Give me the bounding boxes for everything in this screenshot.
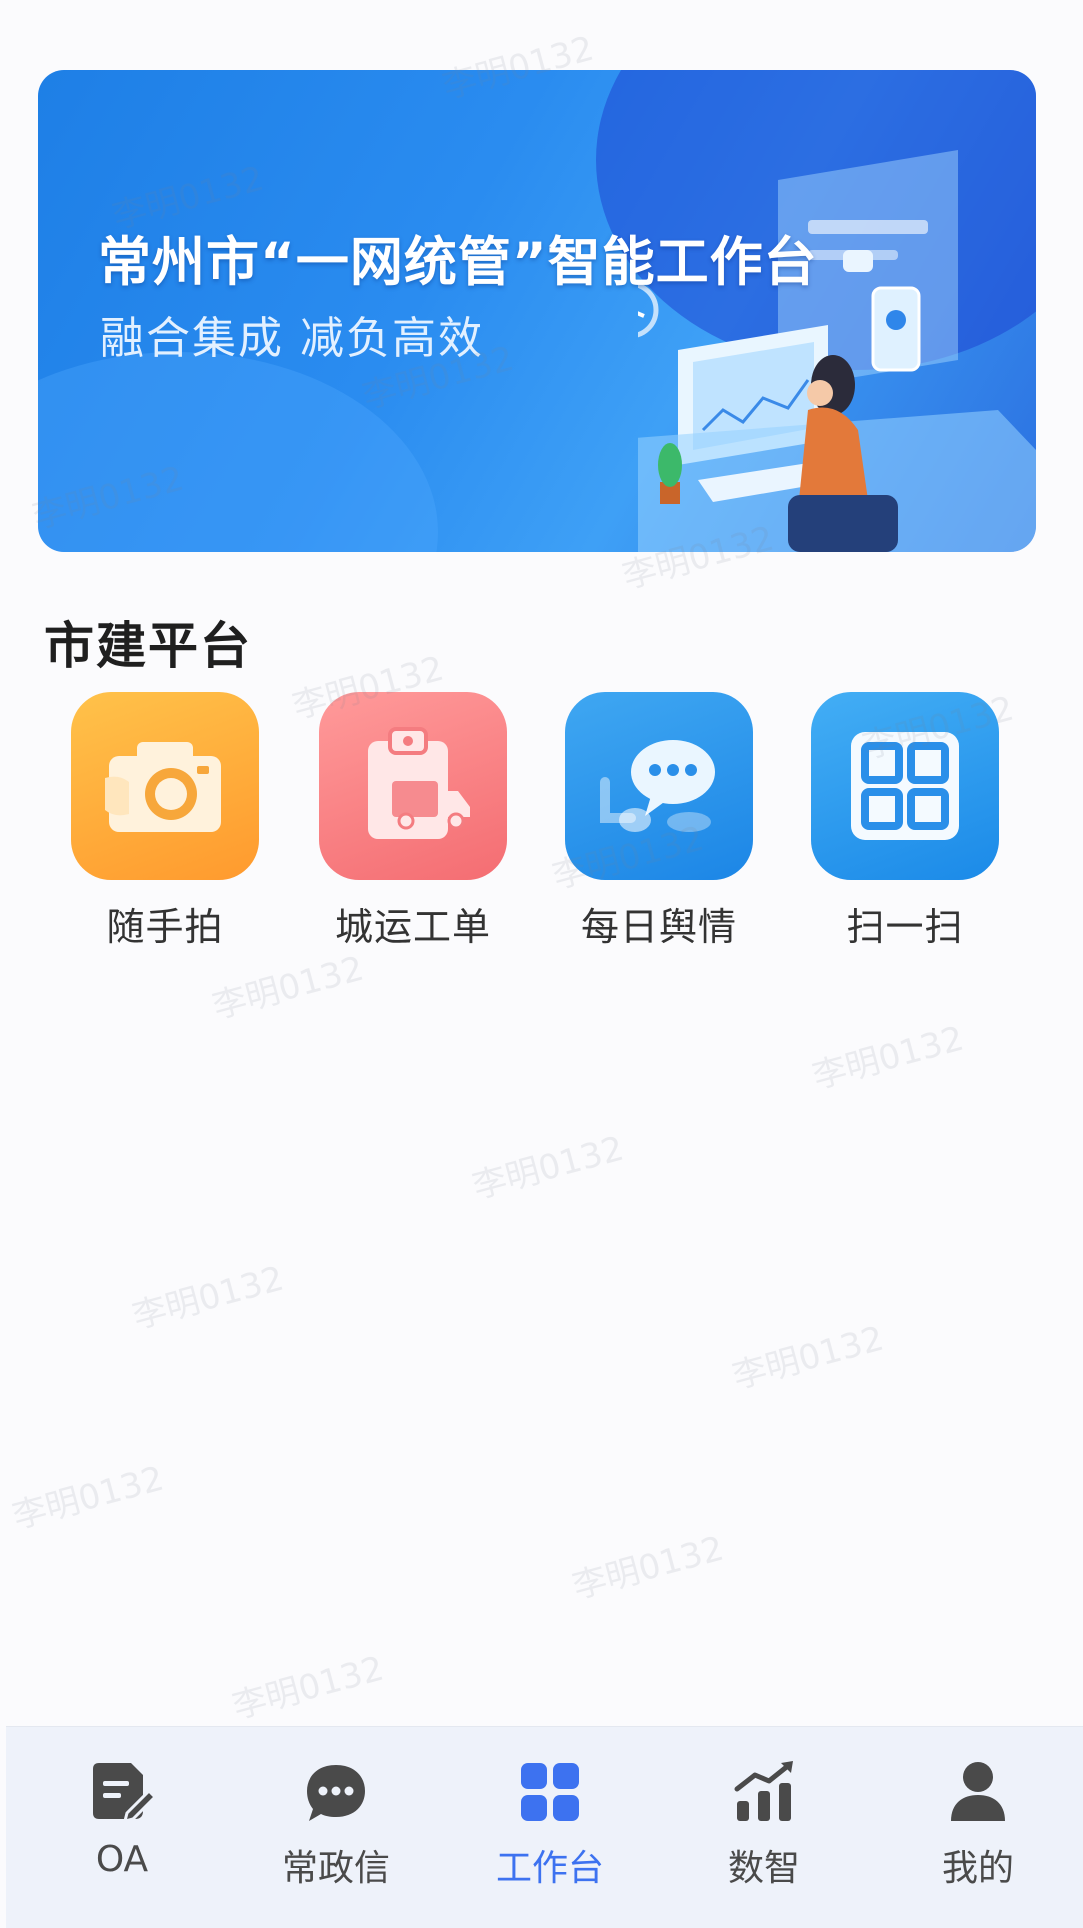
nav-item-shuzhi[interactable]: 数智 xyxy=(684,1757,844,1891)
qr-scan-icon xyxy=(811,692,999,880)
watermark: 李明0132 xyxy=(128,1258,288,1338)
chat-bubbles-icon xyxy=(565,692,753,880)
app-label: 每日舆情 xyxy=(580,905,737,949)
camera-icon xyxy=(71,692,259,880)
nav-item-wode[interactable]: 我的 xyxy=(898,1757,1058,1891)
app-grid: 随手拍 城运工单 每日舆情 扫一扫 xyxy=(70,692,1030,952)
watermark: 李明0132 xyxy=(468,1128,628,1208)
grid-icon xyxy=(521,1763,579,1821)
app-meiri-yuqing[interactable]: 每日舆情 xyxy=(564,692,754,951)
section-title: 市建平台 xyxy=(44,617,252,675)
chat-icon xyxy=(307,1765,365,1821)
nav-label: 数智 xyxy=(727,1848,800,1889)
app-suishoupai[interactable]: 随手拍 xyxy=(70,692,260,951)
app-saoyisao[interactable]: 扫一扫 xyxy=(810,692,1000,951)
watermark: 李明0132 xyxy=(228,1648,388,1728)
nav-label: 我的 xyxy=(941,1848,1014,1889)
watermark: 李明0132 xyxy=(808,1018,968,1098)
clipboard-truck-icon xyxy=(319,692,507,880)
app-label: 随手拍 xyxy=(106,905,224,949)
bottom-nav: OA 常政信 工作台 数智 我的 xyxy=(6,1726,1083,1928)
nav-item-gongzuotai[interactable]: 工作台 xyxy=(470,1757,630,1891)
watermark: 李明0132 xyxy=(8,1458,168,1538)
nav-label: OA xyxy=(95,1839,149,1880)
nav-item-oa[interactable]: OA xyxy=(42,1757,202,1880)
chart-trend-icon xyxy=(734,1761,793,1821)
nav-label: 常政信 xyxy=(281,1848,390,1889)
banner-glow-secondary xyxy=(38,352,438,552)
app-chengyun-gongdan[interactable]: 城运工单 xyxy=(318,692,508,951)
app-label: 扫一扫 xyxy=(846,905,964,949)
document-edit-icon xyxy=(93,1763,158,1824)
app-label: 城运工单 xyxy=(334,905,491,949)
nav-label: 工作台 xyxy=(495,1848,604,1889)
person-icon xyxy=(951,1762,1005,1821)
banner-title: 常州市“一网统管”智能工作台 xyxy=(98,232,818,293)
watermark: 李明0132 xyxy=(568,1528,728,1608)
workstation-illustration xyxy=(638,150,1036,552)
banner-subtitle: 融合集成 减负高效 xyxy=(100,313,484,364)
banner[interactable]: 常州市“一网统管”智能工作台 融合集成 减负高效 xyxy=(38,70,1036,552)
watermark: 李明0132 xyxy=(728,1318,888,1398)
watermark: 李明0132 xyxy=(208,948,368,1028)
nav-item-changzhengxin[interactable]: 常政信 xyxy=(256,1757,416,1891)
